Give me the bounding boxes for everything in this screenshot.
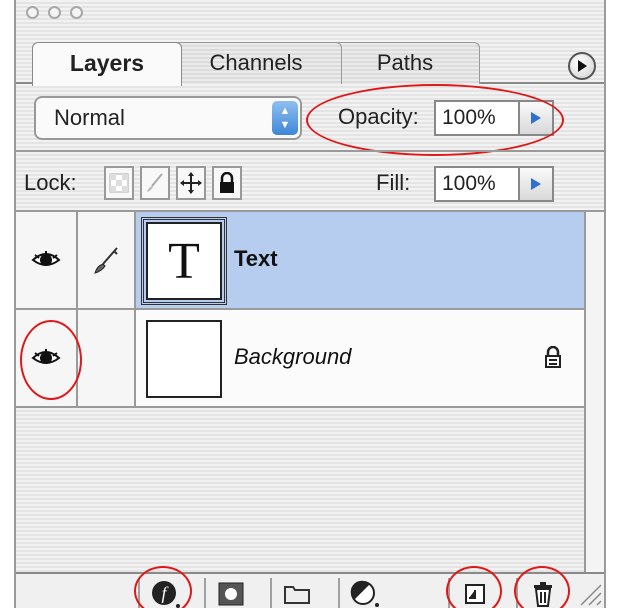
layer-thumbnail[interactable]: T	[141, 217, 227, 305]
delete-layer-button[interactable]	[516, 578, 568, 608]
fill-label: Fill:	[376, 170, 411, 195]
blend-mode-value: Normal	[54, 105, 125, 130]
layer-name[interactable]: Text	[234, 246, 278, 272]
lock-transparent-pixels-icon	[109, 173, 129, 193]
visibility-toggle[interactable]	[16, 310, 78, 406]
add-layer-mask-icon	[218, 582, 244, 606]
add-layer-mask-button[interactable]	[204, 578, 256, 608]
eye-icon	[31, 251, 61, 266]
tab-channels[interactable]: Channels	[170, 42, 342, 84]
new-layer-set-icon	[284, 586, 310, 604]
add-layer-style-icon: f	[152, 581, 180, 608]
lock-all-icon	[220, 172, 234, 193]
lock-image-pixels-button[interactable]	[140, 166, 170, 200]
layer-row-background[interactable]: Background	[16, 310, 584, 408]
opacity-label: Opacity:	[338, 104, 419, 129]
text-layer-glyph: T	[168, 232, 200, 290]
triangle-right-icon	[531, 178, 541, 190]
brush-icon	[94, 247, 118, 274]
new-layer-icon	[465, 584, 485, 604]
new-layer-set-button[interactable]	[270, 578, 322, 608]
layer-link-cell[interactable]	[78, 212, 136, 308]
layer-link-cell[interactable]	[78, 310, 136, 406]
layer-name[interactable]: Background	[234, 344, 351, 370]
lock-transparent-pixels-button[interactable]	[104, 166, 134, 200]
new-fill-adjustment-layer-icon	[350, 580, 379, 607]
triangle-right-icon	[578, 60, 587, 72]
opacity-field[interactable]: 100%	[434, 100, 520, 136]
lock-icon	[545, 346, 561, 368]
layer-thumbnail[interactable]	[146, 320, 222, 398]
fill-slider-button[interactable]	[520, 166, 554, 202]
eye-icon	[31, 349, 61, 364]
resize-grip-icon[interactable]	[576, 580, 602, 606]
new-fill-adjustment-layer-button[interactable]	[338, 578, 390, 608]
divider	[16, 150, 604, 152]
lock-image-pixels-icon	[147, 173, 163, 192]
minimize-button[interactable]	[48, 6, 61, 19]
palette-tabs: Layers Channels Paths	[16, 26, 604, 86]
select-arrows-icon: ▲ ▼	[272, 101, 298, 135]
add-layer-style-button[interactable]: f	[138, 578, 190, 608]
lock-label: Lock:	[24, 170, 77, 195]
layer-row-text[interactable]: T Text	[16, 212, 584, 310]
palette-toolbar: f	[16, 572, 604, 608]
fill-field[interactable]: 100%	[434, 166, 520, 202]
triangle-right-icon	[531, 112, 541, 124]
visibility-toggle[interactable]	[16, 212, 78, 308]
close-button[interactable]	[26, 6, 39, 19]
blend-mode-select[interactable]: Normal ▲ ▼	[34, 96, 302, 140]
title-bar	[16, 0, 604, 24]
tab-paths[interactable]: Paths	[330, 42, 480, 84]
zoom-button[interactable]	[70, 6, 83, 19]
layers-scrollbar[interactable]	[584, 212, 604, 572]
layers-palette: Layers Channels Paths Normal ▲ ▼ Opacity:…	[14, 0, 606, 608]
tab-layers[interactable]: Layers	[32, 42, 182, 86]
opacity-slider-button[interactable]	[520, 100, 554, 136]
new-layer-button[interactable]	[448, 578, 500, 608]
palette-menu-button[interactable]	[568, 52, 596, 80]
layers-list: T Text Background	[16, 212, 584, 572]
delete-layer-icon	[534, 582, 552, 607]
lock-all-button[interactable]	[212, 166, 242, 200]
lock-position-button[interactable]	[176, 166, 206, 200]
lock-position-icon	[180, 172, 202, 194]
